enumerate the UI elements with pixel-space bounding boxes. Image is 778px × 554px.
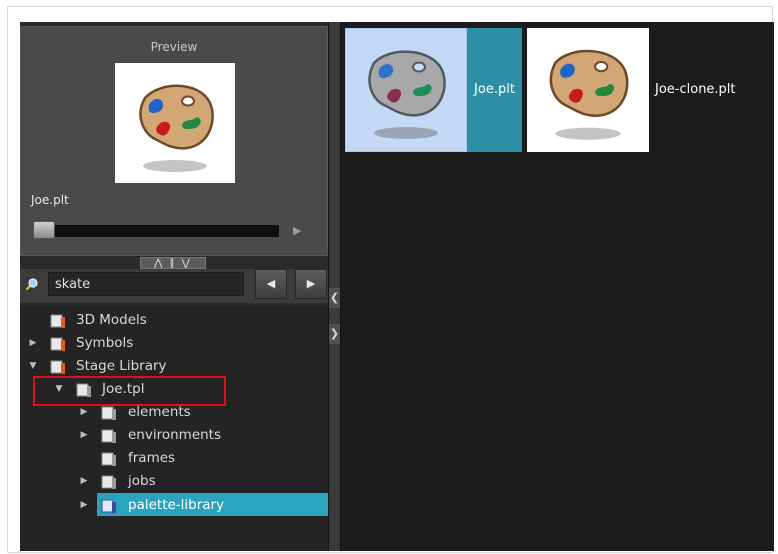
palette-icon [139,84,214,172]
palette-thumbnail-joe-clone[interactable] [527,28,649,152]
preview-panel: Preview Joe.plt ▶ [20,26,328,256]
palette-thumbnail-view: Joe.plt Joe-clone.plt [341,22,774,551]
tree-item-label: 3D Models [76,312,147,328]
preview-slider-track[interactable] [33,225,279,237]
library-tree: 3D Models ▶ Symbols ▼ Stage Library ▼ Jo… [20,306,328,551]
folder-icon [50,360,65,374]
tree-item-frames[interactable]: frames [20,447,328,469]
panel-divider[interactable]: ❮ ❯ [328,22,341,551]
folder-icon [101,475,116,489]
preview-thumbnail [115,63,235,183]
folder-icon [101,452,116,466]
expand-arrow-icon[interactable]: ▶ [28,332,38,354]
expand-arrow-icon[interactable]: ▶ [79,494,89,516]
search-icon [25,278,38,291]
palette-name-joe-clone[interactable]: Joe-clone.plt [655,28,736,152]
palette-icon [549,49,629,140]
chevron-right-icon[interactable]: ▶ [295,269,327,299]
folder-icon [101,499,116,513]
collapse-left-icon[interactable]: ❮ [329,288,340,308]
folder-icon [50,337,65,351]
tree-item-label: Symbols [76,335,134,351]
expand-arrow-icon[interactable]: ▶ [79,470,89,492]
search-bar: ◀ ▶ [20,269,328,303]
palette-icon [368,50,446,139]
search-input[interactable] [48,272,244,296]
library-panel: Preview Joe.plt ▶ ⋀ ∥ ⋁ skate ◀ ▶ 3D Mod… [20,22,328,551]
folder-icon [101,406,116,420]
collapse-arrow-icon[interactable]: ▼ [28,355,38,377]
tree-item-label: Stage Library [76,358,167,374]
tree-item-label: jobs [128,473,156,489]
folder-icon [101,429,116,443]
preview-slider-handle[interactable] [33,221,55,239]
palette-name-joe[interactable]: Joe.plt [467,28,522,152]
preview-title: Preview [150,40,198,54]
tree-item-label: frames [128,450,176,466]
highlight-annotation-box [33,376,226,406]
palette-library-window: Preview Joe.plt ▶ ⋀ ∥ ⋁ skate ◀ ▶ 3D Mod… [20,22,774,551]
play-icon[interactable]: ▶ [293,224,307,238]
expand-right-icon[interactable]: ❯ [329,324,340,344]
tree-item-palette-library[interactable]: ▶ palette-library [20,494,328,516]
tree-item-environments[interactable]: ▶ environments [20,424,328,446]
tree-item-jobs[interactable]: ▶ jobs [20,470,328,492]
chevron-left-icon[interactable]: ◀ [255,269,287,299]
tree-item-label: environments [128,427,222,443]
expand-arrow-icon[interactable]: ▶ [79,424,89,446]
panel-splitter-toggle[interactable]: ⋀ ∥ ⋁ [140,257,206,269]
palette-thumbnail-joe[interactable] [345,28,467,152]
tree-item-symbols[interactable]: ▶ Symbols [20,332,328,354]
tree-item-label: palette-library [128,497,225,513]
tree-item-stage-library[interactable]: ▼ Stage Library [20,355,328,377]
tree-item-3d-models[interactable]: 3D Models [20,309,328,331]
preview-filename: Joe.plt [31,193,69,207]
folder-icon [50,314,65,328]
